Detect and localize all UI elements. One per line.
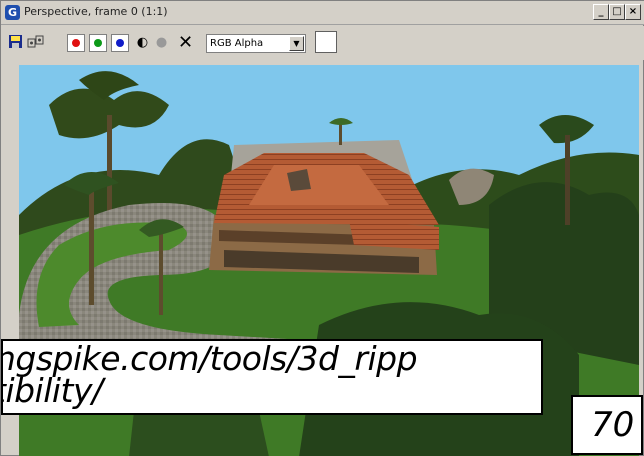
clone-icon[interactable] xyxy=(27,34,44,51)
window-controls: _ □ × xyxy=(593,4,641,20)
alpha-channel-icon[interactable]: ● xyxy=(153,34,170,51)
url-caption-overlay: ngspike.com/tools/3d_ripp tibility/ xyxy=(1,339,543,415)
minimize-button[interactable]: _ xyxy=(593,4,609,20)
channel-select-value: RGB Alpha xyxy=(210,38,264,49)
clear-icon[interactable]: ✕ xyxy=(177,34,194,52)
render-window: G Perspective, frame 0 (1:1) _ □ × ◐ ● ✕… xyxy=(0,0,644,456)
blue-channel-button[interactable] xyxy=(111,34,129,52)
maximize-button[interactable]: □ xyxy=(609,4,625,20)
caption-line-2: tibility/ xyxy=(1,371,103,410)
app-icon: G xyxy=(5,5,20,20)
monochrome-icon[interactable]: ◐ xyxy=(134,34,151,51)
pixel-color-swatch[interactable] xyxy=(315,31,337,53)
render-toolbar: ◐ ● ✕ RGB Alpha ▼ xyxy=(1,26,644,60)
green-channel-button[interactable] xyxy=(89,34,107,52)
window-title: Perspective, frame 0 (1:1) xyxy=(24,5,168,18)
red-channel-button[interactable] xyxy=(67,34,85,52)
save-icon[interactable] xyxy=(7,34,24,51)
close-button[interactable]: × xyxy=(625,4,641,20)
page-number: 70 xyxy=(571,395,643,455)
display-channel-select[interactable]: RGB Alpha ▼ xyxy=(206,34,306,53)
title-bar[interactable]: G Perspective, frame 0 (1:1) _ □ × xyxy=(1,1,644,25)
chevron-down-icon[interactable]: ▼ xyxy=(289,36,304,51)
